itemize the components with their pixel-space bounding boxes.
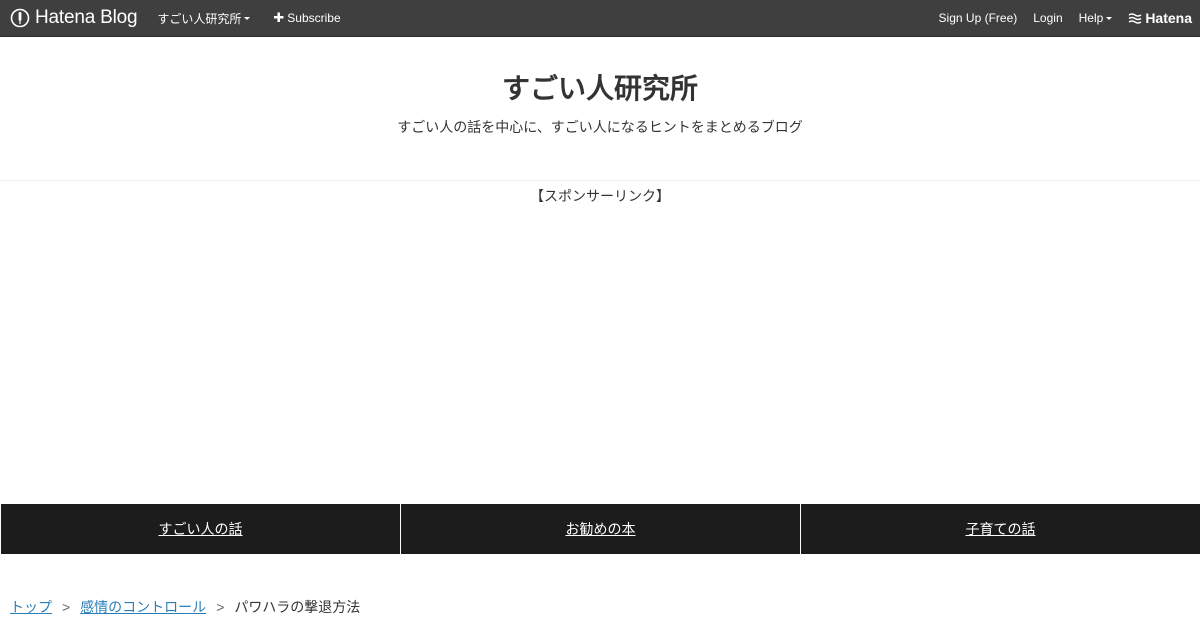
category-nav: すごい人の話 お勧めの本 子育ての話 xyxy=(0,504,1200,554)
chevron-down-icon xyxy=(1106,17,1113,20)
sponsor-link-label: 【スポンサーリンク】 xyxy=(530,188,670,204)
plus-icon: ✚ xyxy=(273,10,285,25)
chevron-down-icon xyxy=(244,17,251,20)
hatena-blog-logo[interactable]: Hatena Blog xyxy=(10,0,138,37)
blog-header: すごい人研究所 すごい人の話を中心に、すごい人になるヒントをまとめるブログ xyxy=(0,37,1200,181)
global-header-bar: Hatena Blog すごい人研究所 ✚ Subscribe Sign Up … xyxy=(0,0,1200,37)
blog-description: すごい人の話を中心に、すごい人になるヒントをまとめるブログ xyxy=(397,119,803,135)
blog-title[interactable]: すごい人研究所 xyxy=(0,67,1200,107)
login-link[interactable]: Login xyxy=(1033,11,1062,25)
category-nav-item-sugoi-hito[interactable]: すごい人の話 xyxy=(1,504,400,554)
subscribe-button[interactable]: ✚ Subscribe xyxy=(273,10,340,26)
breadcrumb-separator: > xyxy=(216,599,225,615)
hatena-blog-pen-icon xyxy=(10,8,30,28)
hatena-blog-logo-text: Hatena Blog xyxy=(35,7,138,28)
blog-menu-label: すごい人研究所 xyxy=(157,11,242,26)
hatena-logo-text: Hatena xyxy=(1145,10,1192,26)
hatena-logo-link[interactable]: Hatena xyxy=(1128,10,1192,26)
global-header-right: Sign Up (Free) Login Help Hatena xyxy=(923,0,1200,37)
category-nav-item-osusume-hon[interactable]: お勧めの本 xyxy=(400,504,800,554)
blog-menu-dropdown[interactable]: すごい人研究所 xyxy=(157,10,251,27)
subscribe-label: Subscribe xyxy=(287,11,341,25)
breadcrumb-separator: > xyxy=(62,599,71,615)
breadcrumb-category-link[interactable]: 感情のコントロール xyxy=(80,597,206,617)
breadcrumb-current-page: パワハラの撃退方法 xyxy=(234,599,361,615)
hatena-wave-icon xyxy=(1128,13,1142,24)
breadcrumb-top-link[interactable]: トップ xyxy=(10,597,52,617)
breadcrumb: トップ > 感情のコントロール > パワハラの撃退方法 xyxy=(10,597,360,617)
category-nav-item-kosodate[interactable]: 子育ての話 xyxy=(800,504,1200,554)
help-label: Help xyxy=(1078,11,1104,25)
ad-space xyxy=(0,210,1200,500)
help-dropdown[interactable]: Help xyxy=(1079,11,1113,25)
signup-link[interactable]: Sign Up (Free) xyxy=(939,11,1018,25)
